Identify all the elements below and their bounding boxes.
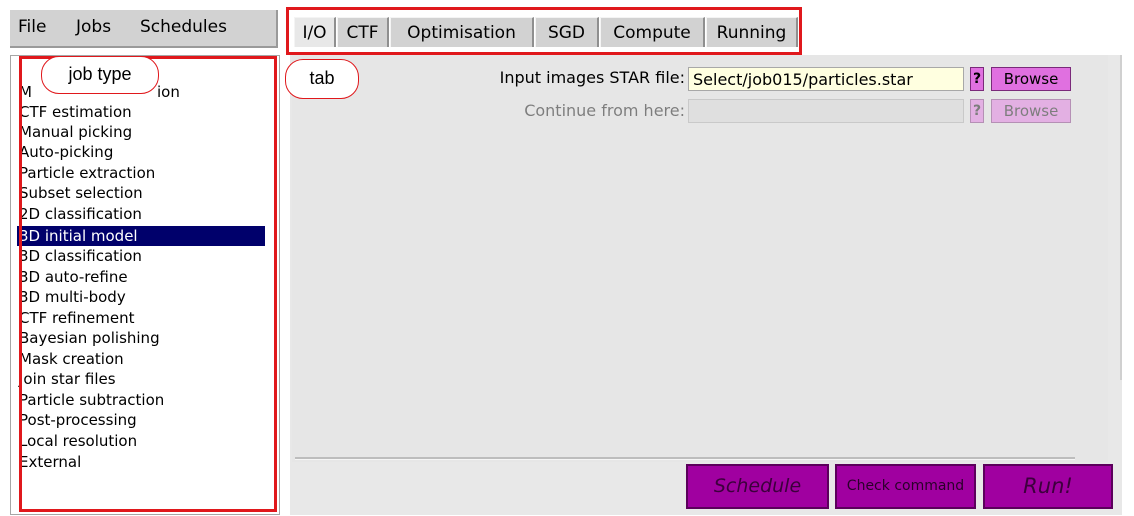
menu-jobs[interactable]: Jobs — [76, 17, 111, 37]
input-star-help-button[interactable]: ? — [970, 67, 984, 91]
job-type-highlight — [19, 56, 277, 512]
scrollbar[interactable] — [1120, 55, 1122, 380]
continue-from-field[interactable] — [688, 99, 964, 123]
menu-bar: File Jobs Schedules — [10, 10, 278, 48]
tab-callout: tab — [285, 59, 359, 99]
schedule-button[interactable]: Schedule — [686, 464, 829, 509]
continue-from-help-button[interactable]: ? — [970, 99, 984, 123]
input-star-field[interactable] — [688, 67, 964, 91]
job-type-callout: job type — [41, 56, 159, 94]
check-command-button[interactable]: Check command — [835, 464, 976, 509]
menu-schedules[interactable]: Schedules — [140, 17, 227, 37]
input-star-browse-button[interactable]: Browse — [991, 67, 1071, 91]
tab-highlight — [286, 7, 802, 55]
continue-from-browse-button[interactable]: Browse — [991, 99, 1071, 123]
input-star-label: Input images STAR file: — [499, 68, 685, 87]
divider — [295, 457, 1075, 460]
menu-file[interactable]: File — [18, 17, 46, 37]
continue-from-label: Continue from here: — [524, 101, 685, 120]
run-button[interactable]: Run! — [983, 464, 1113, 509]
